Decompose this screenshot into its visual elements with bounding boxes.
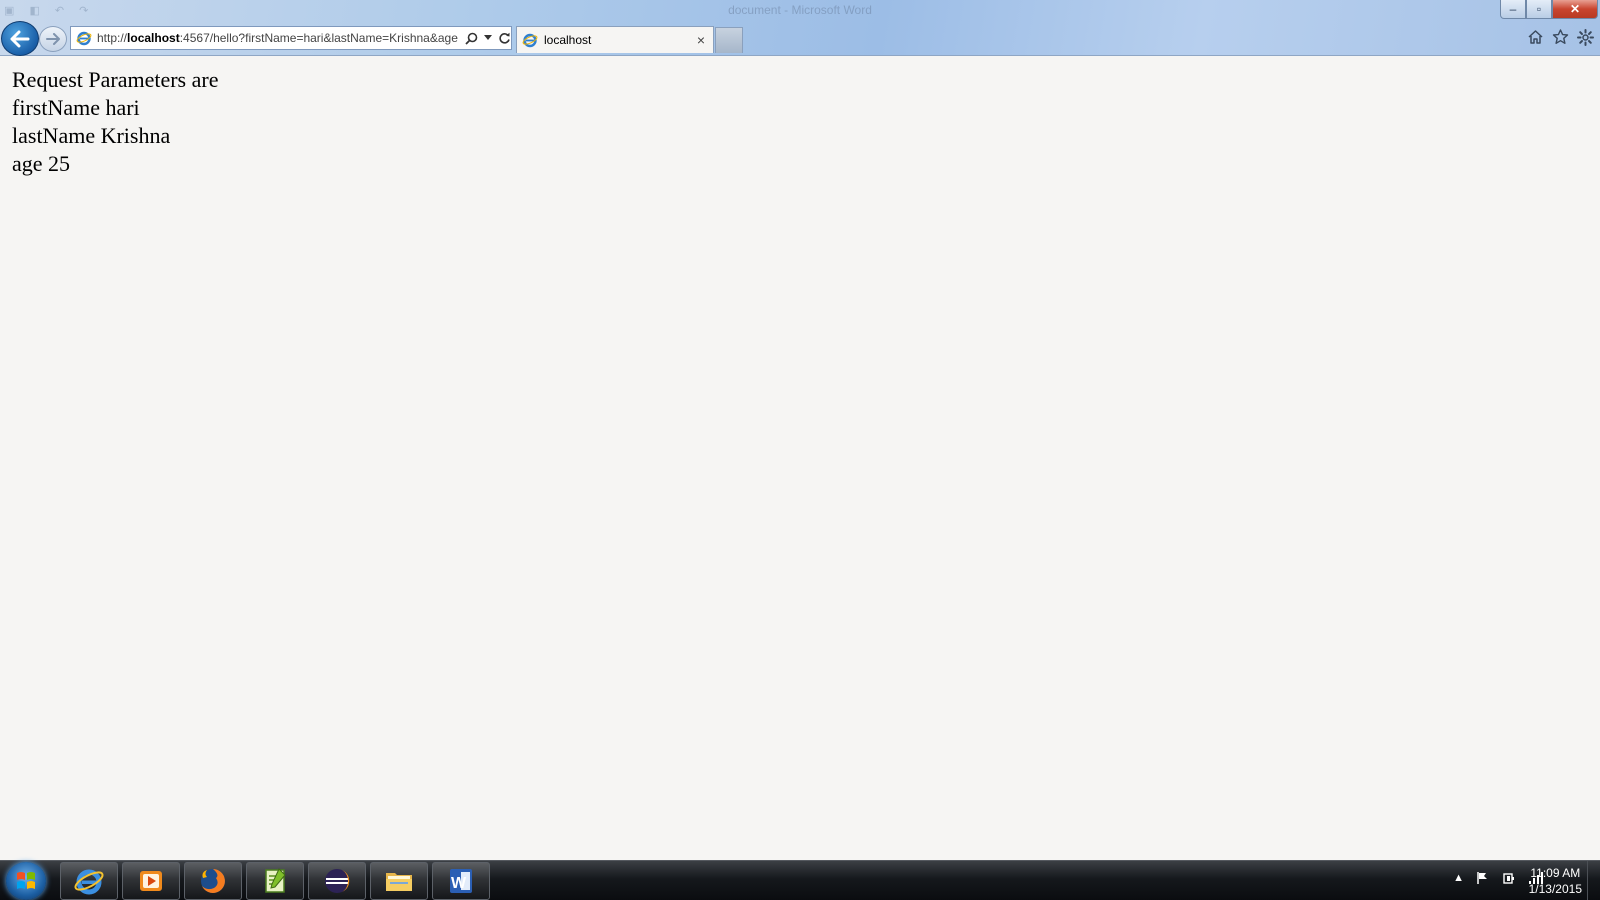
param-lastname: lastName Krishna — [12, 123, 171, 148]
restore-icon: ▫ — [1536, 2, 1542, 16]
address-url[interactable]: http://localhost:4567/hello?firstName=ha… — [97, 31, 459, 45]
minimize-button[interactable]: – — [1500, 0, 1526, 19]
notepad-plus-plus-icon — [265, 868, 286, 893]
clock-date: 1/13/2015 — [1528, 882, 1582, 896]
param-age: age 25 — [12, 151, 71, 176]
taskbar-file-explorer[interactable] — [370, 862, 428, 900]
close-icon: ✕ — [1569, 2, 1581, 16]
url-path: :4567/hello?firstName=hari&lastName=Kris… — [179, 31, 458, 45]
show-hidden-icons-icon[interactable]: ▲ — [1453, 872, 1464, 884]
refresh-icon[interactable] — [498, 32, 511, 45]
address-bar[interactable]: http://localhost:4567/hello?firstName=ha… — [70, 26, 512, 50]
address-tools — [465, 32, 511, 45]
search-icon[interactable] — [465, 32, 478, 45]
url-host: localhost — [127, 31, 180, 45]
show-desktop-button[interactable] — [1587, 861, 1600, 900]
clock-time: 11:09 AM — [1530, 866, 1581, 880]
action-center-flag-icon[interactable] — [1476, 871, 1490, 885]
svg-text:W: W — [451, 875, 467, 892]
eclipse-icon — [325, 869, 350, 893]
settings-gear-icon[interactable] — [1577, 29, 1594, 46]
ie-tab-icon — [522, 33, 538, 48]
back-button[interactable] — [1, 21, 39, 56]
taskbar-notepad-plus-plus[interactable] — [246, 862, 304, 900]
word-icon: W — [450, 869, 472, 893]
taskbar-eclipse[interactable] — [308, 862, 366, 900]
favorites-star-icon[interactable] — [1552, 29, 1569, 46]
faded-window-title: document - Microsoft Word — [728, 3, 872, 17]
browser-chrome: ▣ ◧ ↶ ↷ document - Microsoft Word – ▫ ✕ — [0, 0, 1600, 56]
page-content: Request Parameters are firstName hari la… — [12, 66, 218, 178]
param-firstname: firstName hari — [12, 95, 140, 120]
close-window-button[interactable]: ✕ — [1552, 0, 1598, 19]
firefox-icon — [201, 869, 225, 893]
new-tab-button[interactable] — [715, 27, 743, 53]
taskbar-internet-explorer[interactable] — [60, 862, 118, 900]
forward-button[interactable] — [39, 26, 67, 52]
tab-localhost[interactable]: localhost × — [516, 26, 714, 53]
taskbar-firefox[interactable] — [184, 862, 242, 900]
arrow-left-icon — [10, 30, 30, 47]
power-icon[interactable] — [1502, 871, 1516, 885]
internet-explorer-icon — [74, 869, 104, 895]
taskbar-microsoft-word[interactable]: W — [432, 862, 490, 900]
folder-icon — [386, 873, 412, 891]
start-button[interactable] — [6, 862, 46, 900]
dropdown-icon[interactable] — [484, 35, 492, 41]
heading-request-parameters: Request Parameters are — [12, 67, 219, 92]
arrow-right-icon — [46, 33, 60, 45]
url-prefix: http:// — [97, 31, 128, 45]
home-icon[interactable] — [1527, 29, 1544, 46]
command-icons — [1527, 29, 1594, 46]
taskbar: W ▲ 11:09 AM 1/13/2015 — [0, 860, 1600, 900]
ie-page-icon — [76, 31, 92, 46]
media-player-icon — [140, 871, 162, 891]
windows-logo-icon — [17, 872, 35, 889]
minimize-icon: – — [1509, 2, 1517, 16]
taskbar-media-player[interactable] — [122, 862, 180, 900]
tab-title: localhost — [544, 33, 592, 47]
restore-button[interactable]: ▫ — [1526, 0, 1552, 19]
screen: ▣ ◧ ↶ ↷ document - Microsoft Word – ▫ ✕ — [0, 0, 1600, 900]
tab-close-icon[interactable]: × — [697, 32, 705, 48]
taskbar-clock[interactable]: 11:09 AM 1/13/2015 — [1529, 865, 1582, 897]
window-controls: – ▫ ✕ — [1500, 0, 1598, 19]
